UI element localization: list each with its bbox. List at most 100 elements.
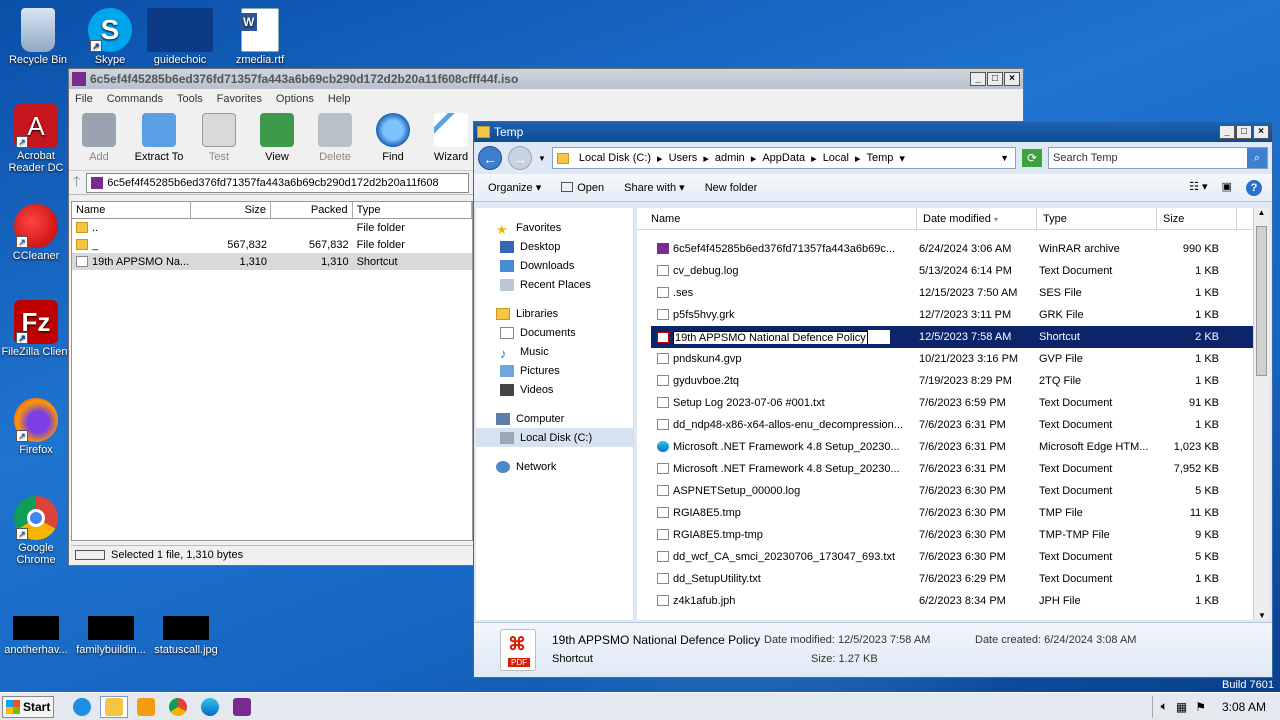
share-with-button[interactable]: Share with ▾ bbox=[624, 181, 685, 194]
start-button[interactable]: Start bbox=[2, 695, 54, 718]
scrollbar-thumb[interactable] bbox=[1256, 226, 1267, 376]
extract-to-button[interactable]: Extract To bbox=[129, 113, 189, 163]
taskbar-edge[interactable] bbox=[196, 696, 224, 718]
col-name[interactable]: Name bbox=[72, 202, 192, 218]
desktop-icon-recycle-bin[interactable]: Recycle Bin bbox=[0, 8, 76, 66]
minimize-button[interactable]: _ bbox=[1219, 125, 1235, 139]
scroll-down-icon[interactable]: ▼ bbox=[1254, 611, 1270, 620]
desktop-icon-familybuilding[interactable]: familybuildin... bbox=[74, 616, 148, 656]
list-item[interactable]: 6c5ef4f45285b6ed376fd71357fa443a6b69c...… bbox=[651, 238, 1269, 260]
nav-music[interactable]: ♪ Music bbox=[476, 342, 633, 361]
address-dropdown-icon[interactable]: ▼ bbox=[1000, 153, 1009, 163]
close-button[interactable]: × bbox=[1004, 72, 1020, 86]
list-item[interactable]: pndskun4.gvp 10/21/2023 3:16 PM GVP File 1 … bbox=[651, 348, 1269, 370]
taskbar-winrar[interactable] bbox=[228, 696, 256, 718]
list-item[interactable]: dd_ndp48-x86-x64-allos-enu_decompression… bbox=[651, 414, 1269, 436]
list-item[interactable]: RGIA8E5.tmp 7/6/2023 6:30 PM TMP File 11 KB bbox=[651, 502, 1269, 524]
nav-desktop[interactable]: Desktop bbox=[476, 237, 633, 256]
desktop-icon-zmedia[interactable]: W zmedia.rtf bbox=[222, 8, 298, 66]
forward-button[interactable]: → bbox=[508, 146, 532, 170]
list-item[interactable]: .ses 12/15/2023 7:50 AM SES File 1 KB bbox=[651, 282, 1269, 304]
breadcrumb-appdata[interactable]: AppData bbox=[762, 152, 805, 164]
desktop-icon-anotherhav[interactable]: anotherhav... bbox=[0, 616, 72, 656]
up-arrow-icon[interactable]: 🡑 bbox=[73, 171, 80, 195]
taskbar-explorer[interactable] bbox=[100, 695, 128, 718]
menu-help[interactable]: Help bbox=[328, 93, 351, 105]
col-type[interactable]: Type bbox=[353, 202, 472, 218]
list-item[interactable]: Setup Log 2023-07-06 #001.txt 7/6/2023 6:… bbox=[651, 392, 1269, 414]
col-size[interactable]: Size bbox=[1157, 207, 1237, 230]
clock[interactable]: 3:08 AM bbox=[1222, 700, 1266, 714]
taskbar-ie[interactable] bbox=[68, 696, 96, 718]
col-size[interactable]: Size bbox=[191, 202, 271, 218]
wizard-button[interactable]: Wizard bbox=[423, 113, 479, 163]
breadcrumb-admin[interactable]: admin bbox=[715, 152, 745, 164]
view-options-icon[interactable]: ☷ ▾ bbox=[1189, 180, 1207, 196]
refresh-icon[interactable]: ⟳ bbox=[1022, 149, 1042, 167]
list-item[interactable]: dd_wcf_CA_smci_20230706_173047_693.txt 7/… bbox=[651, 546, 1269, 568]
back-button[interactable]: ← bbox=[478, 146, 502, 170]
list-item[interactable]: Microsoft .NET Framework 4.8 Setup_20230… bbox=[651, 436, 1269, 458]
test-button[interactable]: Test bbox=[191, 113, 247, 163]
menu-commands[interactable]: Commands bbox=[107, 93, 163, 105]
find-button[interactable]: Find bbox=[365, 113, 421, 163]
list-item[interactable]: cv_debug.log 5/13/2024 6:14 PM Text Docume… bbox=[651, 260, 1269, 282]
vertical-scrollbar[interactable]: ▲ ▼ bbox=[1253, 208, 1269, 620]
list-item[interactable]: dd_SetupUtility.txt 7/6/2023 6:29 PM Text … bbox=[651, 568, 1269, 590]
delete-button[interactable]: Delete bbox=[307, 113, 363, 163]
flag-icon[interactable]: ⚑ bbox=[1195, 700, 1206, 714]
nav-videos[interactable]: Videos bbox=[476, 380, 633, 399]
nav-local-disk[interactable]: Local Disk (C:) bbox=[476, 428, 633, 447]
list-item[interactable]: ASPNETSetup_00000.log 7/6/2023 6:30 PM Tex… bbox=[651, 480, 1269, 502]
nav-pictures[interactable]: Pictures bbox=[476, 361, 633, 380]
winrar-path-field[interactable]: 6c5ef4f45285b6ed376fd71357fa443a6b69cb29… bbox=[86, 172, 469, 193]
preview-pane-icon[interactable]: ▣ bbox=[1222, 180, 1232, 196]
help-icon[interactable]: ? bbox=[1246, 179, 1262, 196]
minimize-button[interactable]: _ bbox=[970, 72, 986, 86]
close-button[interactable]: × bbox=[1253, 125, 1269, 139]
list-item[interactable]: p5fs5hvy.grk 12/7/2023 3:11 PM GRK File 1 K… bbox=[651, 304, 1269, 326]
desktop-icon-guidechoic[interactable]: guidechoic bbox=[142, 8, 218, 66]
breadcrumb-local-disk[interactable]: Local Disk (C:) bbox=[579, 152, 651, 164]
search-icon[interactable]: ⌕ bbox=[1247, 148, 1267, 168]
col-packed[interactable]: Packed bbox=[271, 202, 353, 218]
menu-tools[interactable]: Tools bbox=[177, 93, 203, 105]
list-item[interactable]: RGIA8E5.tmp-tmp 7/6/2023 6:30 PM TMP-TMP F… bbox=[651, 524, 1269, 546]
desktop-icon-chrome[interactable]: ↗ Google Chrome bbox=[0, 496, 72, 566]
explorer-window[interactable]: Temp _ □ × ← → ▼ Local Disk (C:) ▸ Users ▸ a… bbox=[473, 121, 1273, 678]
nav-recent-places[interactable]: Recent Places bbox=[476, 275, 633, 294]
winrar-titlebar[interactable]: 6c5ef4f45285b6ed376fd71357fa443a6b69cb29… bbox=[69, 69, 1023, 89]
nav-documents[interactable]: Documents bbox=[476, 323, 633, 342]
table-row[interactable]: .. File folder bbox=[72, 219, 472, 236]
nav-computer[interactable]: Computer bbox=[476, 409, 633, 428]
menu-options[interactable]: Options bbox=[276, 93, 314, 105]
nav-libraries[interactable]: Libraries bbox=[476, 304, 633, 323]
taskbar-chrome[interactable] bbox=[164, 696, 192, 718]
col-name[interactable]: Name bbox=[645, 207, 917, 230]
breadcrumb-local[interactable]: Local bbox=[823, 152, 849, 164]
new-folder-button[interactable]: New folder bbox=[705, 182, 758, 194]
list-item[interactable]: z4k1afub.jph 6/2/2023 8:34 PM JPH File 1 KB bbox=[651, 590, 1269, 612]
desktop-icon-skype[interactable]: S ↗ Skype bbox=[72, 8, 148, 66]
explorer-titlebar[interactable]: Temp _ □ × bbox=[474, 122, 1272, 142]
col-type[interactable]: Type bbox=[1037, 207, 1157, 230]
list-item[interactable]: Microsoft .NET Framework 4.8 Setup_20230… bbox=[651, 458, 1269, 480]
organize-button[interactable]: Organize ▾ bbox=[488, 181, 541, 194]
search-input[interactable]: Search Temp ⌕ bbox=[1048, 147, 1268, 169]
network-tray-icon[interactable]: ▦ bbox=[1176, 700, 1187, 714]
desktop-icon-filezilla[interactable]: Fz ↗ FileZilla Client bbox=[0, 300, 72, 358]
table-row[interactable]: _ 567,832 567,832 File folder bbox=[72, 236, 472, 253]
table-row[interactable]: 19th APPSMO Na... 1,310 1,310 Shortcut bbox=[72, 253, 472, 270]
taskbar-media-player[interactable] bbox=[132, 696, 160, 718]
maximize-button[interactable]: □ bbox=[1236, 125, 1252, 139]
recent-pages-chevron-icon[interactable]: ▼ bbox=[538, 154, 546, 163]
desktop-icon-acrobat[interactable]: A ↗ Acrobat Reader DC bbox=[0, 104, 72, 174]
view-button[interactable]: View bbox=[249, 113, 305, 163]
open-button[interactable]: Open bbox=[561, 181, 604, 194]
desktop-icon-firefox[interactable]: ↗ Firefox bbox=[0, 398, 72, 456]
maximize-button[interactable]: □ bbox=[987, 72, 1003, 86]
col-date-modified[interactable]: Date modified ▾ bbox=[917, 207, 1037, 230]
breadcrumb-users[interactable]: Users bbox=[669, 152, 698, 164]
add-button[interactable]: Add bbox=[71, 113, 127, 163]
nav-network[interactable]: Network bbox=[476, 457, 633, 476]
